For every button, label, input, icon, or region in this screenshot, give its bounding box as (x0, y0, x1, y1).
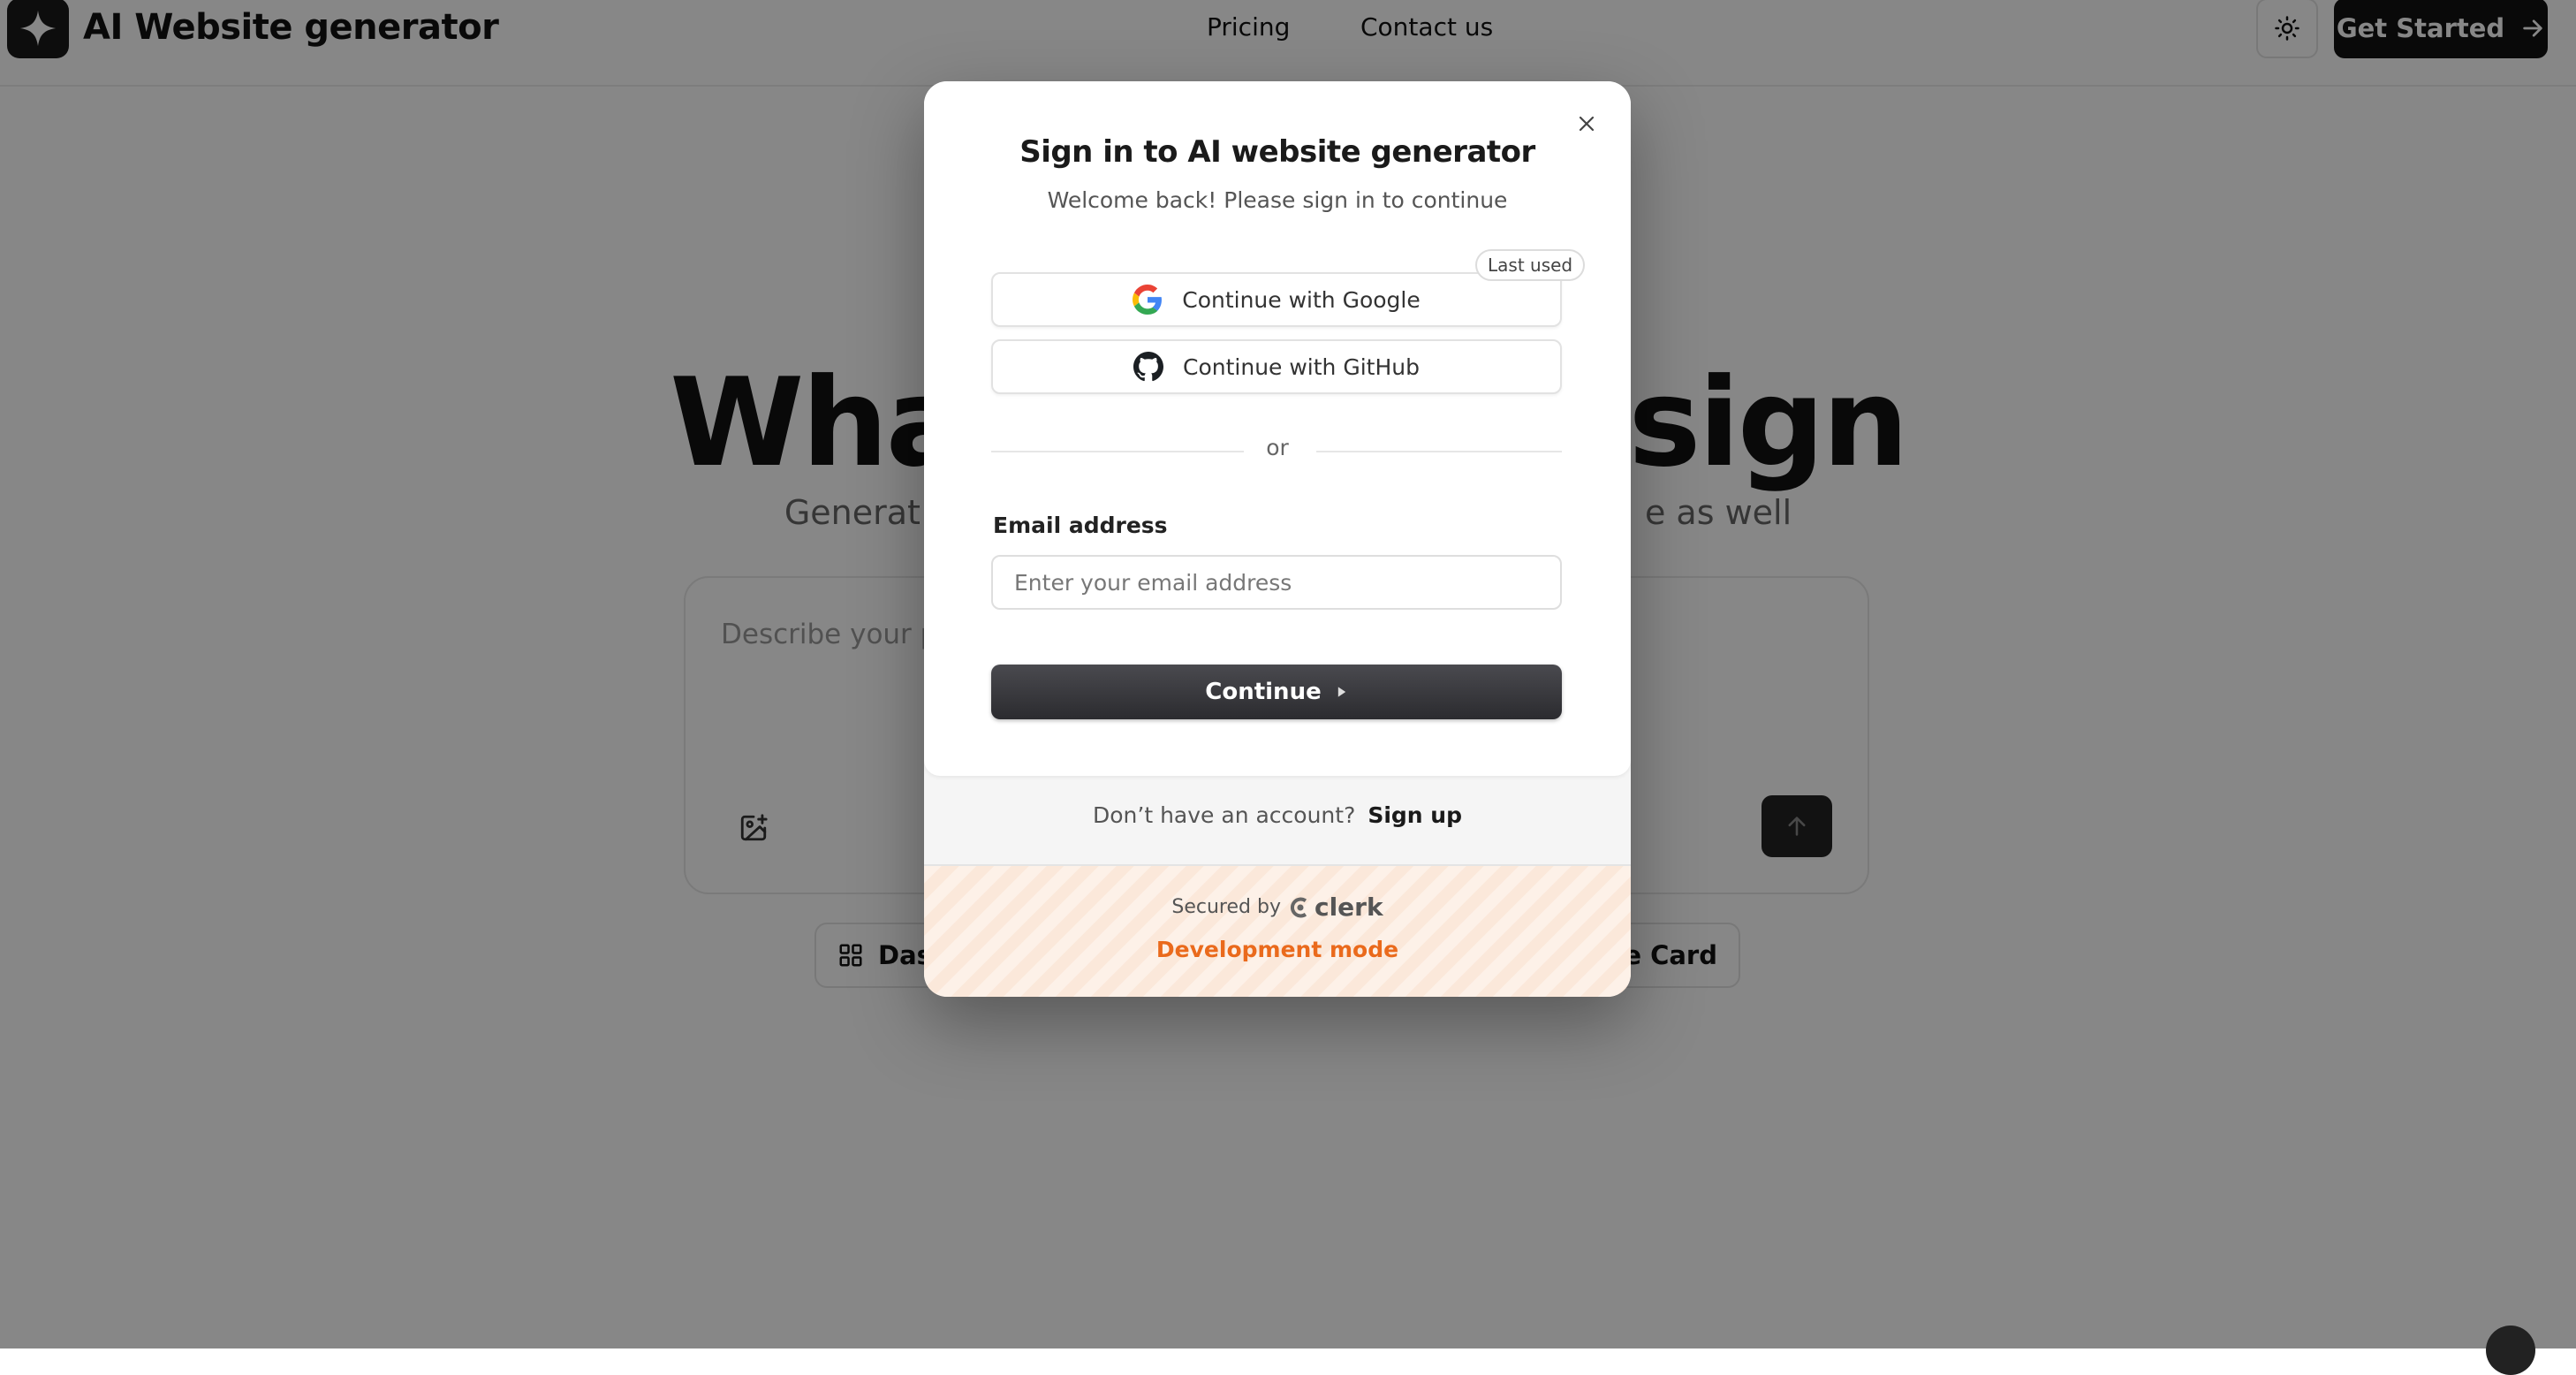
divider-or: or (1266, 435, 1289, 460)
sign-in-modal: Sign in to AI website generator Welcome … (924, 81, 1631, 997)
email-field[interactable] (991, 555, 1562, 610)
clerk-logo-icon (1290, 897, 1307, 917)
github-icon (1133, 352, 1163, 382)
avatar[interactable] (2486, 1326, 2535, 1375)
divider-right (1316, 451, 1562, 452)
continue-with-github-button[interactable]: Continue with GitHub (991, 339, 1562, 394)
sign-up-link[interactable]: Sign up (1368, 802, 1462, 828)
close-icon (1579, 116, 1595, 132)
last-used-badge: Last used (1475, 249, 1586, 281)
modal-subtitle: Welcome back! Please sign in to continue (1047, 187, 1508, 213)
continue-with-google-button[interactable]: Continue with Google (991, 272, 1562, 327)
no-account-text: Don’t have an account? (1093, 802, 1356, 828)
modal-title: Sign in to AI website generator (1019, 134, 1535, 170)
development-footer (924, 866, 1631, 997)
secured-by-text: Secured by (1171, 896, 1281, 918)
sign-in-card: Sign in to AI website generator Welcome … (924, 81, 1631, 776)
sign-up-row: Don’t have an account? Sign up (924, 802, 1631, 828)
email-label: Email address (993, 513, 1168, 538)
github-button-label: Continue with GitHub (1183, 353, 1420, 380)
continue-button[interactable]: Continue (991, 665, 1562, 719)
clerk-brand-text: clerk (1314, 893, 1383, 922)
google-button-label: Continue with Google (1182, 286, 1421, 313)
secured-by-row: Secured by clerk (924, 893, 1631, 922)
continue-button-label: Continue (1205, 679, 1322, 705)
caret-right-icon (1337, 687, 1345, 697)
google-icon (1133, 285, 1163, 315)
development-mode-label: Development mode (1155, 937, 1399, 962)
clerk-logo[interactable]: clerk (1290, 893, 1383, 922)
